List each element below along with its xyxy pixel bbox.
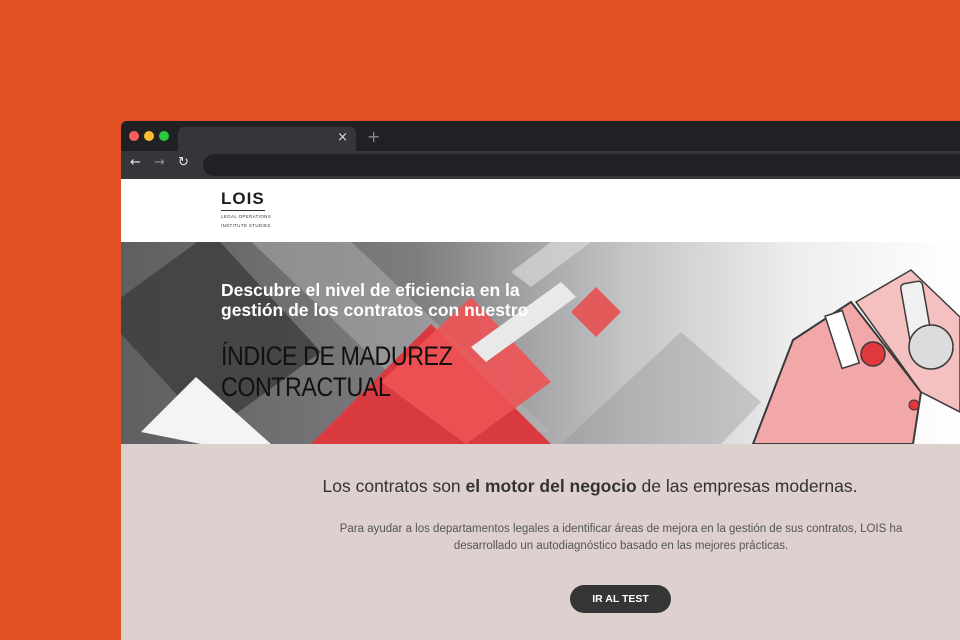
browser-window: × + ← → ↻ LOIS LEGAL OPERATIONS INSTITUT… — [121, 121, 960, 640]
reload-icon[interactable]: ↻ — [178, 155, 189, 170]
hero-gray-shadow — [561, 332, 761, 444]
minimize-window-button[interactable] — [144, 131, 154, 141]
hero-gear-icon — [860, 341, 886, 367]
hero-title: ÍNDICE DE MADUREZ CONTRACTUAL — [221, 341, 453, 402]
hero-bolt-icon — [908, 399, 920, 411]
hero-lead-text: Descubre el nivel de eficiencia en la ge… — [221, 280, 529, 320]
go-to-test-button[interactable]: IR AL TEST — [570, 585, 671, 613]
intro-headline: Los contratos son el motor del negocio d… — [276, 476, 904, 497]
headline-part-2: de las empresas modernas. — [636, 476, 858, 496]
logo-divider — [221, 210, 265, 211]
logo-subtitle-line2: INSTITUTE STUDIES — [221, 223, 271, 228]
close-window-button[interactable] — [129, 131, 139, 141]
back-arrow-icon[interactable]: ← — [130, 155, 141, 170]
tab-close-icon[interactable]: × — [337, 130, 348, 145]
logo-wordmark: LOIS — [221, 189, 265, 208]
browser-titlebar: × + — [121, 121, 960, 151]
intro-section: Los contratos son el motor del negocio d… — [121, 444, 960, 640]
hero-small-diamond — [571, 287, 621, 337]
logo-subtitle-line1: LEGAL OPERATIONS — [221, 214, 272, 219]
browser-toolbar: ← → ↻ — [121, 151, 960, 179]
headline-emphasis: el motor del negocio — [465, 476, 637, 496]
page-viewport: LOIS LEGAL OPERATIONS INSTITUTE STUDIES — [121, 179, 960, 640]
intro-body-text: Para ayudar a los departamentos legales … — [339, 523, 903, 552]
headline-part-1: Los contratos son — [322, 476, 466, 496]
site-header: LOIS LEGAL OPERATIONS INSTITUTE STUDIES — [121, 179, 960, 242]
hero-cog-icon — [908, 324, 954, 370]
lois-logo[interactable]: LOIS LEGAL OPERATIONS INSTITUTE STUDIES — [221, 190, 281, 234]
browser-tab[interactable]: × — [178, 127, 356, 151]
maximize-window-button[interactable] — [159, 131, 169, 141]
forward-arrow-icon[interactable]: → — [154, 155, 165, 170]
hero-banner: Descubre el nivel de eficiencia en la ge… — [121, 242, 960, 444]
new-tab-icon[interactable]: + — [367, 127, 380, 146]
address-bar[interactable] — [203, 154, 960, 176]
